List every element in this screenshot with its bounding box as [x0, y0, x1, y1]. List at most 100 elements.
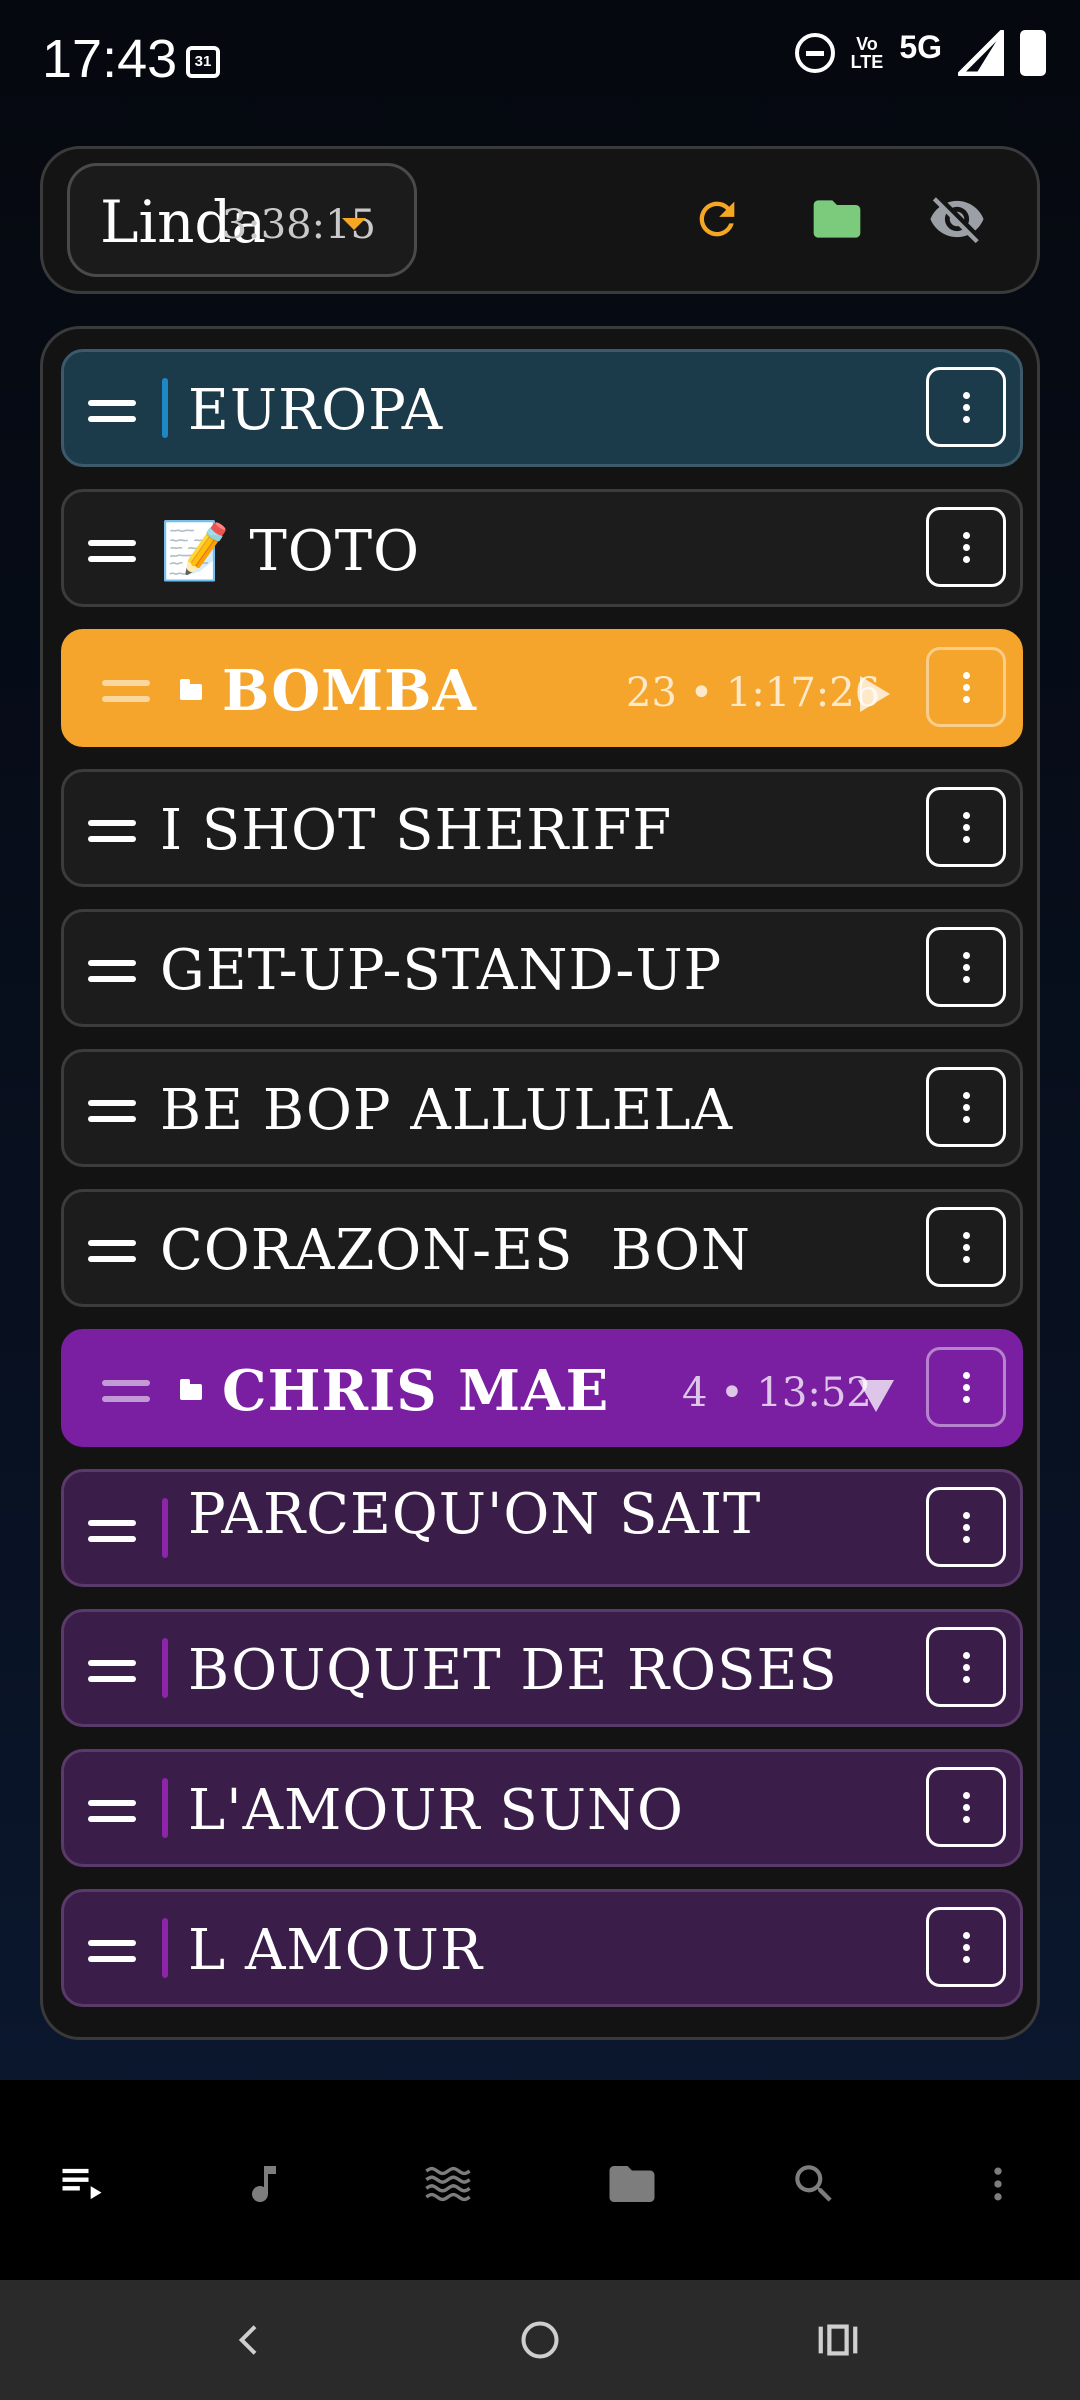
playlist-selector[interactable]: Linda 3:38:15	[67, 163, 417, 277]
list-item[interactable]: L AMOUR	[61, 1889, 1023, 2007]
system-navigation-bar	[0, 2280, 1080, 2400]
list-item[interactable]: L'AMOUR SUNO	[61, 1749, 1023, 1867]
folder-icon	[609, 2166, 655, 2202]
more-options-button[interactable]	[926, 1487, 1006, 1567]
volte-label-bottom: LTE	[850, 52, 884, 72]
track-title: BOUQUET DE ROSES	[188, 1638, 838, 1703]
nav-folders[interactable]	[592, 2144, 672, 2224]
track-title: PARCEQU'ON SAIT	[188, 1482, 762, 1547]
expanded-arrow-icon[interactable]	[858, 1380, 894, 1412]
nav-queue[interactable]	[42, 2144, 122, 2224]
more-options-button[interactable]	[926, 507, 1006, 587]
list-item[interactable]: I SHOT SHERIFF	[61, 769, 1023, 887]
back-icon	[238, 2325, 257, 2355]
waves-icon	[425, 2166, 471, 2202]
drag-handle-icon[interactable]	[88, 400, 136, 432]
status-time: 17:43	[42, 29, 178, 89]
status-bar: 17:43 31 Vo LTE 5G	[0, 0, 1080, 130]
list-item[interactable]: BOUQUET DE ROSES	[61, 1609, 1023, 1727]
folder-mini-icon	[180, 679, 202, 700]
system-home-button[interactable]	[500, 2300, 580, 2380]
more-options-button[interactable]	[926, 647, 1006, 727]
nav-music[interactable]	[224, 2144, 304, 2224]
drag-handle-icon[interactable]	[88, 960, 136, 992]
group-accent-bar	[162, 1498, 168, 1558]
refresh-button[interactable]	[677, 179, 757, 259]
folder-title: CHRIS MAE	[222, 1358, 610, 1424]
recents-icon	[818, 2324, 858, 2356]
folder-duration: 1:17:26	[725, 670, 881, 716]
more-options-button[interactable]	[926, 1207, 1006, 1287]
more-options-button[interactable]	[926, 1907, 1006, 1987]
more-options-button[interactable]	[926, 1067, 1006, 1147]
music-note-icon	[252, 2166, 276, 2203]
collapsed-arrow-icon[interactable]	[860, 676, 890, 712]
visibility-off-icon	[930, 197, 984, 244]
bottom-navigation	[0, 2080, 1080, 2280]
more-vert-icon	[994, 2167, 1002, 2201]
refresh-icon	[699, 201, 735, 237]
list-item[interactable]: CORAZON-ES BON	[61, 1189, 1023, 1307]
signal-icon	[958, 30, 1004, 76]
group-accent-bar	[162, 1918, 168, 1978]
folder-count: 23	[626, 670, 677, 716]
more-options-button[interactable]	[926, 1767, 1006, 1847]
home-icon	[521, 2321, 559, 2359]
more-options-button[interactable]	[926, 927, 1006, 1007]
do-not-disturb-icon	[794, 33, 835, 73]
drag-handle-icon[interactable]	[88, 1520, 136, 1552]
track-title: L'AMOUR SUNO	[188, 1778, 684, 1843]
group-accent-bar	[162, 1778, 168, 1838]
list-item[interactable]: BE BOP ALLULELA	[61, 1049, 1023, 1167]
list-item[interactable]: EUROPA	[61, 349, 1023, 467]
list-item[interactable]: 📝 TOTO	[61, 489, 1023, 607]
folder-row-chris-mae[interactable]: CHRIS MAE 4 • 13:52	[61, 1329, 1023, 1447]
visibility-toggle-button[interactable]	[917, 179, 997, 259]
drag-handle-icon[interactable]	[88, 1100, 136, 1132]
volte-label-top: Vo	[856, 34, 878, 54]
drag-handle-icon[interactable]	[88, 1240, 136, 1272]
more-options-button[interactable]	[926, 367, 1006, 447]
battery-icon	[1020, 30, 1046, 76]
system-recents-button[interactable]	[798, 2300, 878, 2380]
meta-separator: •	[720, 1370, 744, 1416]
drag-handle-icon[interactable]	[102, 1380, 150, 1412]
list-item[interactable]: GET-UP-STAND-UP	[61, 909, 1023, 1027]
folder-mini-icon	[180, 1379, 202, 1400]
more-options-button[interactable]	[926, 787, 1006, 867]
group-accent-bar	[162, 378, 168, 438]
list-item[interactable]: PARCEQU'ON SAIT	[61, 1469, 1023, 1587]
group-accent-bar	[162, 1638, 168, 1698]
more-options-button[interactable]	[926, 1627, 1006, 1707]
drag-handle-icon[interactable]	[88, 1800, 136, 1832]
drag-handle-icon[interactable]	[88, 1940, 136, 1972]
open-folder-button[interactable]	[797, 179, 877, 259]
drag-handle-icon[interactable]	[88, 1660, 136, 1692]
folder-title: BOMBA	[222, 658, 477, 724]
queue-icon	[62, 2168, 102, 2200]
folder-icon	[813, 200, 861, 238]
more-options-button[interactable]	[926, 1347, 1006, 1427]
folder-count: 4	[682, 1370, 708, 1416]
track-title: I SHOT SHERIFF	[160, 798, 673, 863]
meta-separator: •	[689, 670, 714, 716]
volte-icon: Vo LTE	[851, 35, 884, 71]
track-title: BE BOP ALLULELA	[160, 1078, 734, 1143]
track-title: L AMOUR	[188, 1918, 484, 1983]
drag-handle-icon[interactable]	[102, 680, 150, 712]
folder-meta: 23 • 1:17:26	[626, 670, 880, 716]
system-back-button[interactable]	[210, 2300, 290, 2380]
dropdown-arrow-icon	[342, 218, 366, 230]
drag-handle-icon[interactable]	[88, 820, 136, 852]
nav-search[interactable]	[774, 2144, 854, 2224]
track-title: EUROPA	[188, 378, 444, 443]
track-list: EUROPA 📝 TOTO BOMBA 23 • 1:17:26 I SHOT …	[40, 326, 1040, 2040]
drag-handle-icon[interactable]	[88, 540, 136, 572]
nav-more[interactable]	[958, 2144, 1038, 2224]
track-title: CORAZON-ES BON	[160, 1218, 752, 1283]
folder-row-bomba[interactable]: BOMBA 23 • 1:17:26	[61, 629, 1023, 747]
calendar-icon: 31	[186, 46, 220, 78]
folder-duration: 13:52	[756, 1370, 872, 1416]
folder-meta: 4 • 13:52	[682, 1370, 872, 1416]
nav-waves[interactable]	[408, 2144, 488, 2224]
